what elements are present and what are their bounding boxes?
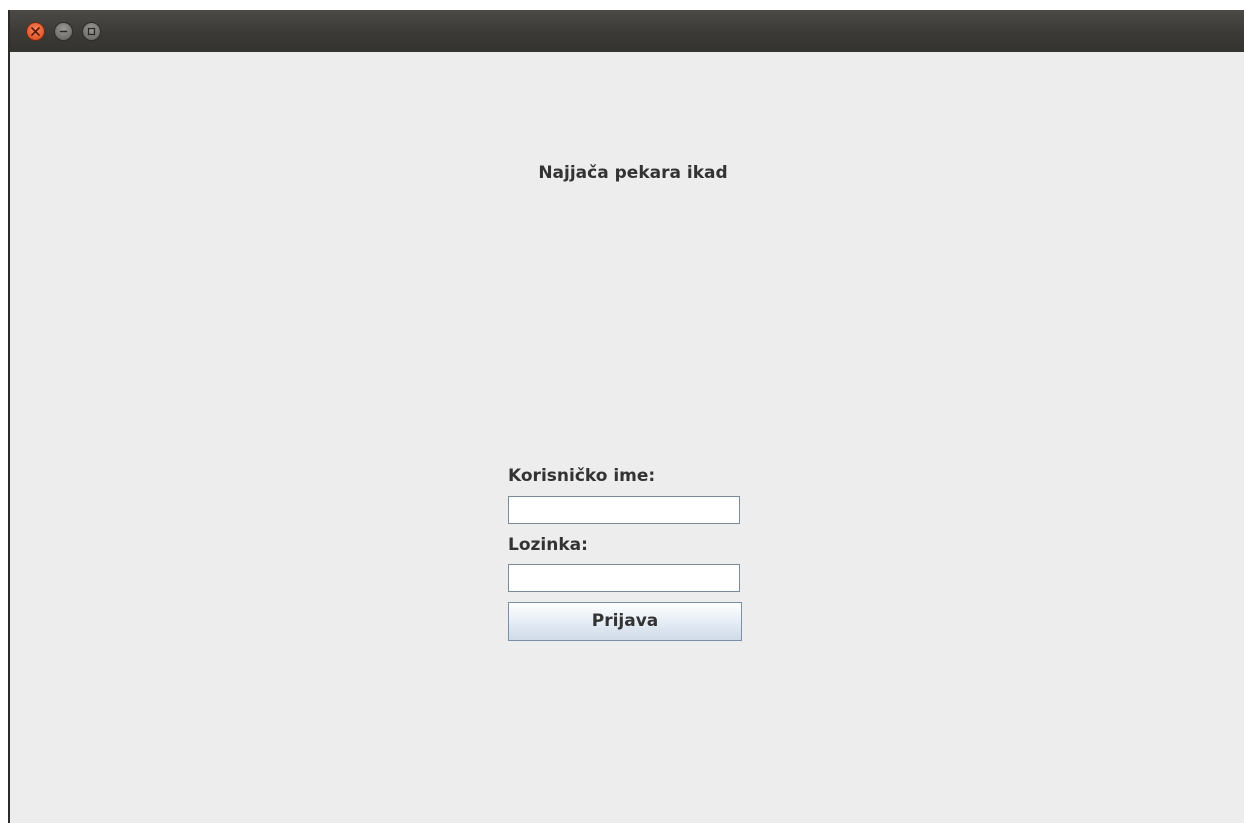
login-button[interactable]: Prijava [508,602,742,641]
username-label: Korisničko ime: [508,466,656,486]
minimize-button[interactable] [54,22,73,41]
close-button[interactable] [26,22,45,41]
minimize-icon [59,30,68,33]
app-window [8,10,1244,823]
close-icon [31,27,40,36]
password-field[interactable] [508,564,740,592]
page-title: Najjača pekara ikad [538,163,728,183]
password-label: Lozinka: [508,535,588,555]
username-field[interactable] [508,496,740,524]
maximize-icon [87,27,96,36]
title-bar[interactable] [10,10,1244,52]
maximize-button[interactable] [82,22,101,41]
